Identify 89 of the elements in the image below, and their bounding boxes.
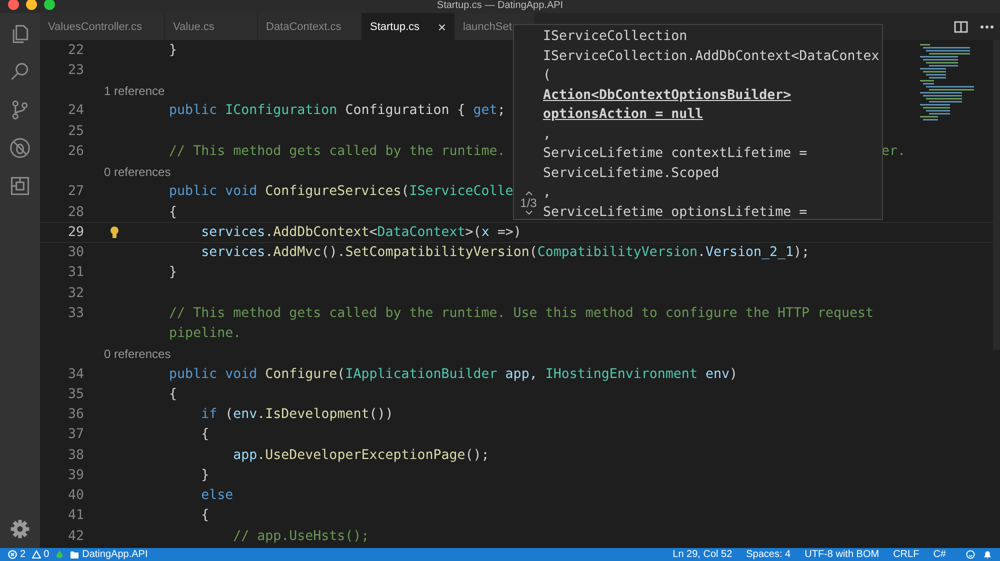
status-item[interactable]: C# [933,549,946,560]
line-number: 32 [66,286,84,301]
window-title: Startup.cs — DatingApp.API [436,0,564,11]
signature-text: ( [543,67,552,85]
line-number: 42 [66,528,84,544]
tab-label: ValuesController.cs [48,20,142,32]
code-line: pipeline. [169,326,242,342]
status-item[interactable]: Spaces: 4 [746,549,791,560]
tab-label: launchSet [463,20,512,32]
tab-label: DataContext.cs [266,20,342,32]
line-number: 36 [66,407,84,422]
line-number: 29 [66,224,84,240]
code-line: } [201,468,210,483]
code-line: { [169,204,178,220]
code-line: public void ConfigureServices(IServiceColle [169,184,514,200]
window-control-button[interactable] [44,0,55,10]
signature-text: ServiceLifetime optionsLifetime = [543,204,808,219]
signature-text: ServiceLifetime contextLifetime = [543,145,808,163]
code-line: app.UseDeveloperExceptionPage(); [233,448,490,463]
line-number: 24 [66,103,84,118]
tab-label: Startup.cs [370,20,420,32]
line-number: 33 [66,306,84,321]
search-icon[interactable] [9,61,31,83]
close-icon[interactable]: × [438,18,446,34]
error-icon [8,550,17,559]
code-line: // This method gets called by the runtime. Use this method to configure the HTTP request [169,306,874,321]
code-line: // This method gets called by the runtime. [169,144,506,159]
folder-icon [70,550,80,559]
code-line: } [169,265,178,280]
code-line: { [201,427,210,442]
smiley-icon[interactable] [966,550,975,559]
signature-text: , [543,126,552,144]
line-number: 22 [66,42,84,58]
status-item[interactable]: UTF-8 with BOM [804,549,880,560]
warning-count[interactable]: 0 [44,549,50,560]
line-number: 35 [66,386,84,402]
signature-text: ServiceLifetime.Scoped [543,164,720,182]
signature-text: Action<DbContextOptionsBuilder> [543,86,792,104]
line-number: 30 [66,245,84,260]
extensions-icon[interactable] [9,175,31,197]
editor-tab[interactable]: DataContext.cs [258,13,362,40]
line-number: 31 [66,265,84,280]
window-control-button[interactable] [8,0,19,10]
window-control-button[interactable] [26,0,37,10]
line-number: 41 [66,508,84,524]
code-line: public IConfiguration Configuration { get; [169,103,506,118]
status-item[interactable]: CRLF [893,549,920,560]
line-number: 37 [66,427,84,442]
signature-text: , [543,184,552,202]
code-line: else [201,488,234,504]
code-line: } [169,42,178,58]
line-number: 27 [66,184,84,200]
bell-icon[interactable] [983,550,992,559]
line-number: 26 [66,144,84,159]
code-line: services.AddMvc().SetCompatibilityVersion(CompatibilityVersion.Version_2_1); [201,245,810,260]
code-line: { [201,508,210,524]
line-number: 39 [66,468,84,483]
split-editor-icon[interactable] [954,20,968,32]
signature-text: IServiceCollection [543,28,688,46]
codelens-link[interactable]: 0 references [40,164,171,179]
status-item[interactable]: Ln 29, Col 52 [672,549,732,560]
codelens-link[interactable]: 1 reference [40,84,165,98]
code-line: services.AddDbContext<DataContext>(x =>) [201,224,522,240]
line-number: 38 [66,448,84,463]
code-line: if (env.IsDevelopment()) [201,407,394,422]
editor-tab[interactable]: Value.cs [165,13,258,40]
warning-icon [32,550,41,559]
editor-tab[interactable]: ValuesController.cs [40,13,165,40]
lightbulb-icon[interactable] [110,226,119,240]
tab-label: Value.cs [173,20,214,32]
codelens-link[interactable]: 0 references [40,346,171,361]
line-number: 25 [66,124,84,139]
line-number: 28 [66,204,84,220]
chevron-up-icon[interactable] [524,191,532,196]
folder-name[interactable]: DatingApp.API [82,549,148,560]
more-icon[interactable] [980,24,994,28]
signature-text: IServiceCollection.AddDbContext<DataContex [543,48,880,66]
code-line: // app.UseHsts(); [233,528,370,544]
error-count[interactable]: 2 [20,549,26,560]
line-number: 40 [66,488,84,504]
line-number: 34 [66,366,84,382]
editor-tab[interactable]: Startup.cs × [362,13,455,40]
chevron-down-icon[interactable] [524,210,532,215]
overload-counter: 1/3 [520,196,537,210]
line-number: 23 [66,62,84,78]
code-line: { [169,386,178,402]
code-line: public void Configure(IApplicationBuilder app, IHostingEnvironment env) [169,366,738,382]
signature-text: optionsAction = null [543,106,704,124]
settings-icon[interactable] [9,518,31,540]
